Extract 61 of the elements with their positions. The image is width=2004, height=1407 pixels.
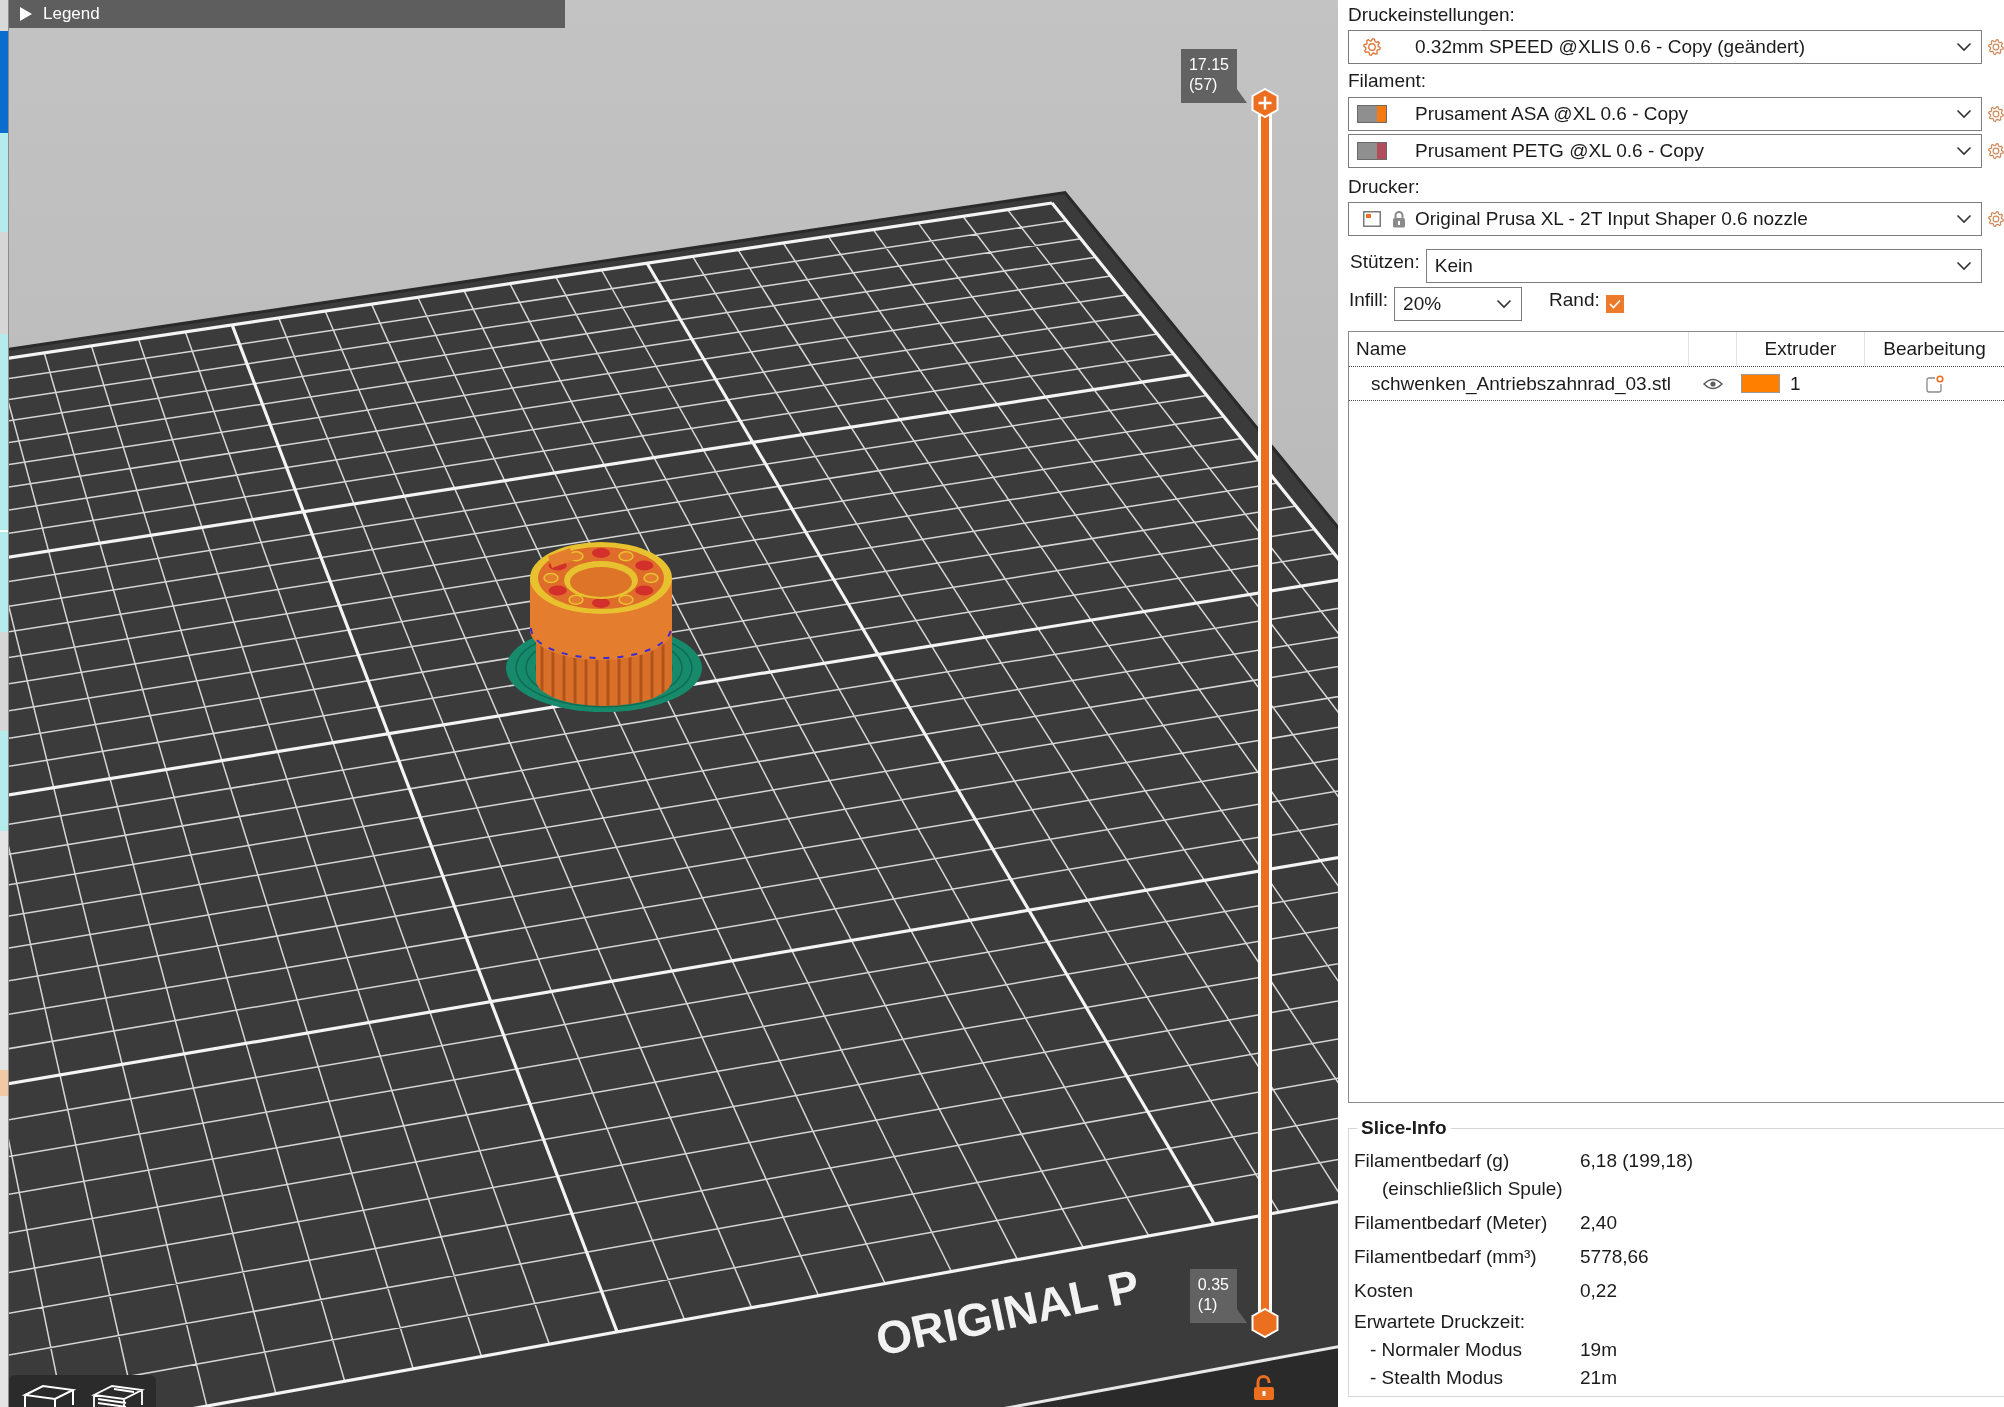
checkmark-icon bbox=[1608, 299, 1621, 309]
bed-logo-text: ORIGINAL P bbox=[871, 1259, 1144, 1366]
box-icon[interactable] bbox=[21, 1383, 77, 1407]
layer-height: 17.15 bbox=[1188, 55, 1229, 75]
slider-thumb[interactable] bbox=[1251, 1308, 1279, 1338]
column-header: Bearbeitung bbox=[1882, 337, 1987, 361]
gear-icon bbox=[1363, 38, 1381, 56]
chevron-down-icon bbox=[1956, 109, 1972, 119]
object-row[interactable]: schwenken_Antriebszahnrad_03.stl 1 bbox=[1349, 366, 2004, 401]
info-value: 19m bbox=[1580, 1339, 1617, 1361]
chevron-down-icon bbox=[1956, 146, 1972, 156]
layer-number: (57) bbox=[1188, 75, 1219, 95]
filament-preset-dropdown[interactable]: Prusament PETG @XL 0.6 - Copy bbox=[1348, 134, 1982, 168]
info-label: Filamentbedarf (g) bbox=[1354, 1150, 1510, 1172]
chevron-down-icon bbox=[1956, 214, 1972, 224]
info-label: - Normaler Modus bbox=[1370, 1339, 1523, 1361]
info-value: 5778,66 bbox=[1580, 1246, 1649, 1268]
settings-icon[interactable] bbox=[1988, 211, 2004, 227]
supports-dropdown[interactable]: Kein bbox=[1425, 249, 1982, 283]
settings-icon[interactable] bbox=[1988, 39, 2004, 55]
info-label: Filamentbedarf (Meter) bbox=[1354, 1212, 1548, 1234]
eye-icon[interactable] bbox=[1703, 377, 1723, 390]
info-value: 6,18 (199,18) bbox=[1580, 1150, 1694, 1172]
field-label: Rand: bbox=[1549, 288, 1600, 312]
extruder-number: 1 bbox=[1790, 372, 1801, 395]
printer-preset-dropdown[interactable]: Original Prusa XL - 2T Input Shaper 0.6 nozzle bbox=[1348, 202, 1982, 236]
column-header: Name bbox=[1349, 332, 1689, 366]
chevron-down-icon bbox=[1496, 299, 1513, 309]
plus-icon bbox=[1257, 95, 1273, 111]
unlocked-padlock-icon[interactable] bbox=[1252, 1375, 1276, 1401]
field-label: Infill: bbox=[1349, 288, 1389, 312]
field-label: Drucker: bbox=[1348, 175, 1420, 199]
info-label: - Stealth Modus bbox=[1370, 1367, 1504, 1389]
info-value: 0,22 bbox=[1580, 1280, 1617, 1302]
edit-icon[interactable] bbox=[1925, 374, 1944, 393]
infill-dropdown[interactable]: 20% bbox=[1394, 287, 1523, 321]
slider-thumb[interactable] bbox=[1251, 88, 1279, 118]
file-name[interactable]: schwenken_Antriebszahnrad_03.stl bbox=[1371, 372, 1671, 395]
checkbox[interactable] bbox=[1605, 295, 1624, 313]
info-value: 21m bbox=[1580, 1367, 1617, 1389]
field-label: Druckeinstellungen: bbox=[1348, 3, 1515, 27]
settings-icon[interactable] bbox=[1988, 143, 2004, 159]
chevron-down-icon bbox=[1956, 42, 1972, 52]
chevron-down-icon bbox=[1956, 261, 1972, 271]
info-label: Kosten bbox=[1354, 1280, 1414, 1302]
info-label: (einschließlich Spule) bbox=[1382, 1178, 1563, 1200]
field-label: Filament: bbox=[1348, 69, 1427, 93]
print-preset-dropdown[interactable]: 0.32mm SPEED @XLIS 0.6 - Copy (geändert) bbox=[1348, 30, 1982, 64]
field-label: Stützen: bbox=[1350, 250, 1420, 274]
section-title: Slice-Info bbox=[1360, 1116, 1448, 1140]
info-label: Filamentbedarf (mm³) bbox=[1354, 1246, 1537, 1268]
layers-icon[interactable] bbox=[90, 1383, 146, 1407]
column-header: Extruder bbox=[1737, 332, 1865, 366]
window-icon bbox=[1363, 211, 1381, 227]
settings-icon[interactable] bbox=[1988, 106, 2004, 122]
info-value: 2,40 bbox=[1580, 1212, 1617, 1234]
layer-height: 0.35 bbox=[1197, 1275, 1229, 1295]
filament-preset-dropdown[interactable]: Prusament ASA @XL 0.6 - Copy bbox=[1348, 97, 1982, 131]
layer-number: (1) bbox=[1197, 1295, 1219, 1315]
legend-header[interactable]: Legend bbox=[9, 0, 565, 28]
info-label: Erwartete Druckzeit: bbox=[1354, 1311, 1526, 1333]
